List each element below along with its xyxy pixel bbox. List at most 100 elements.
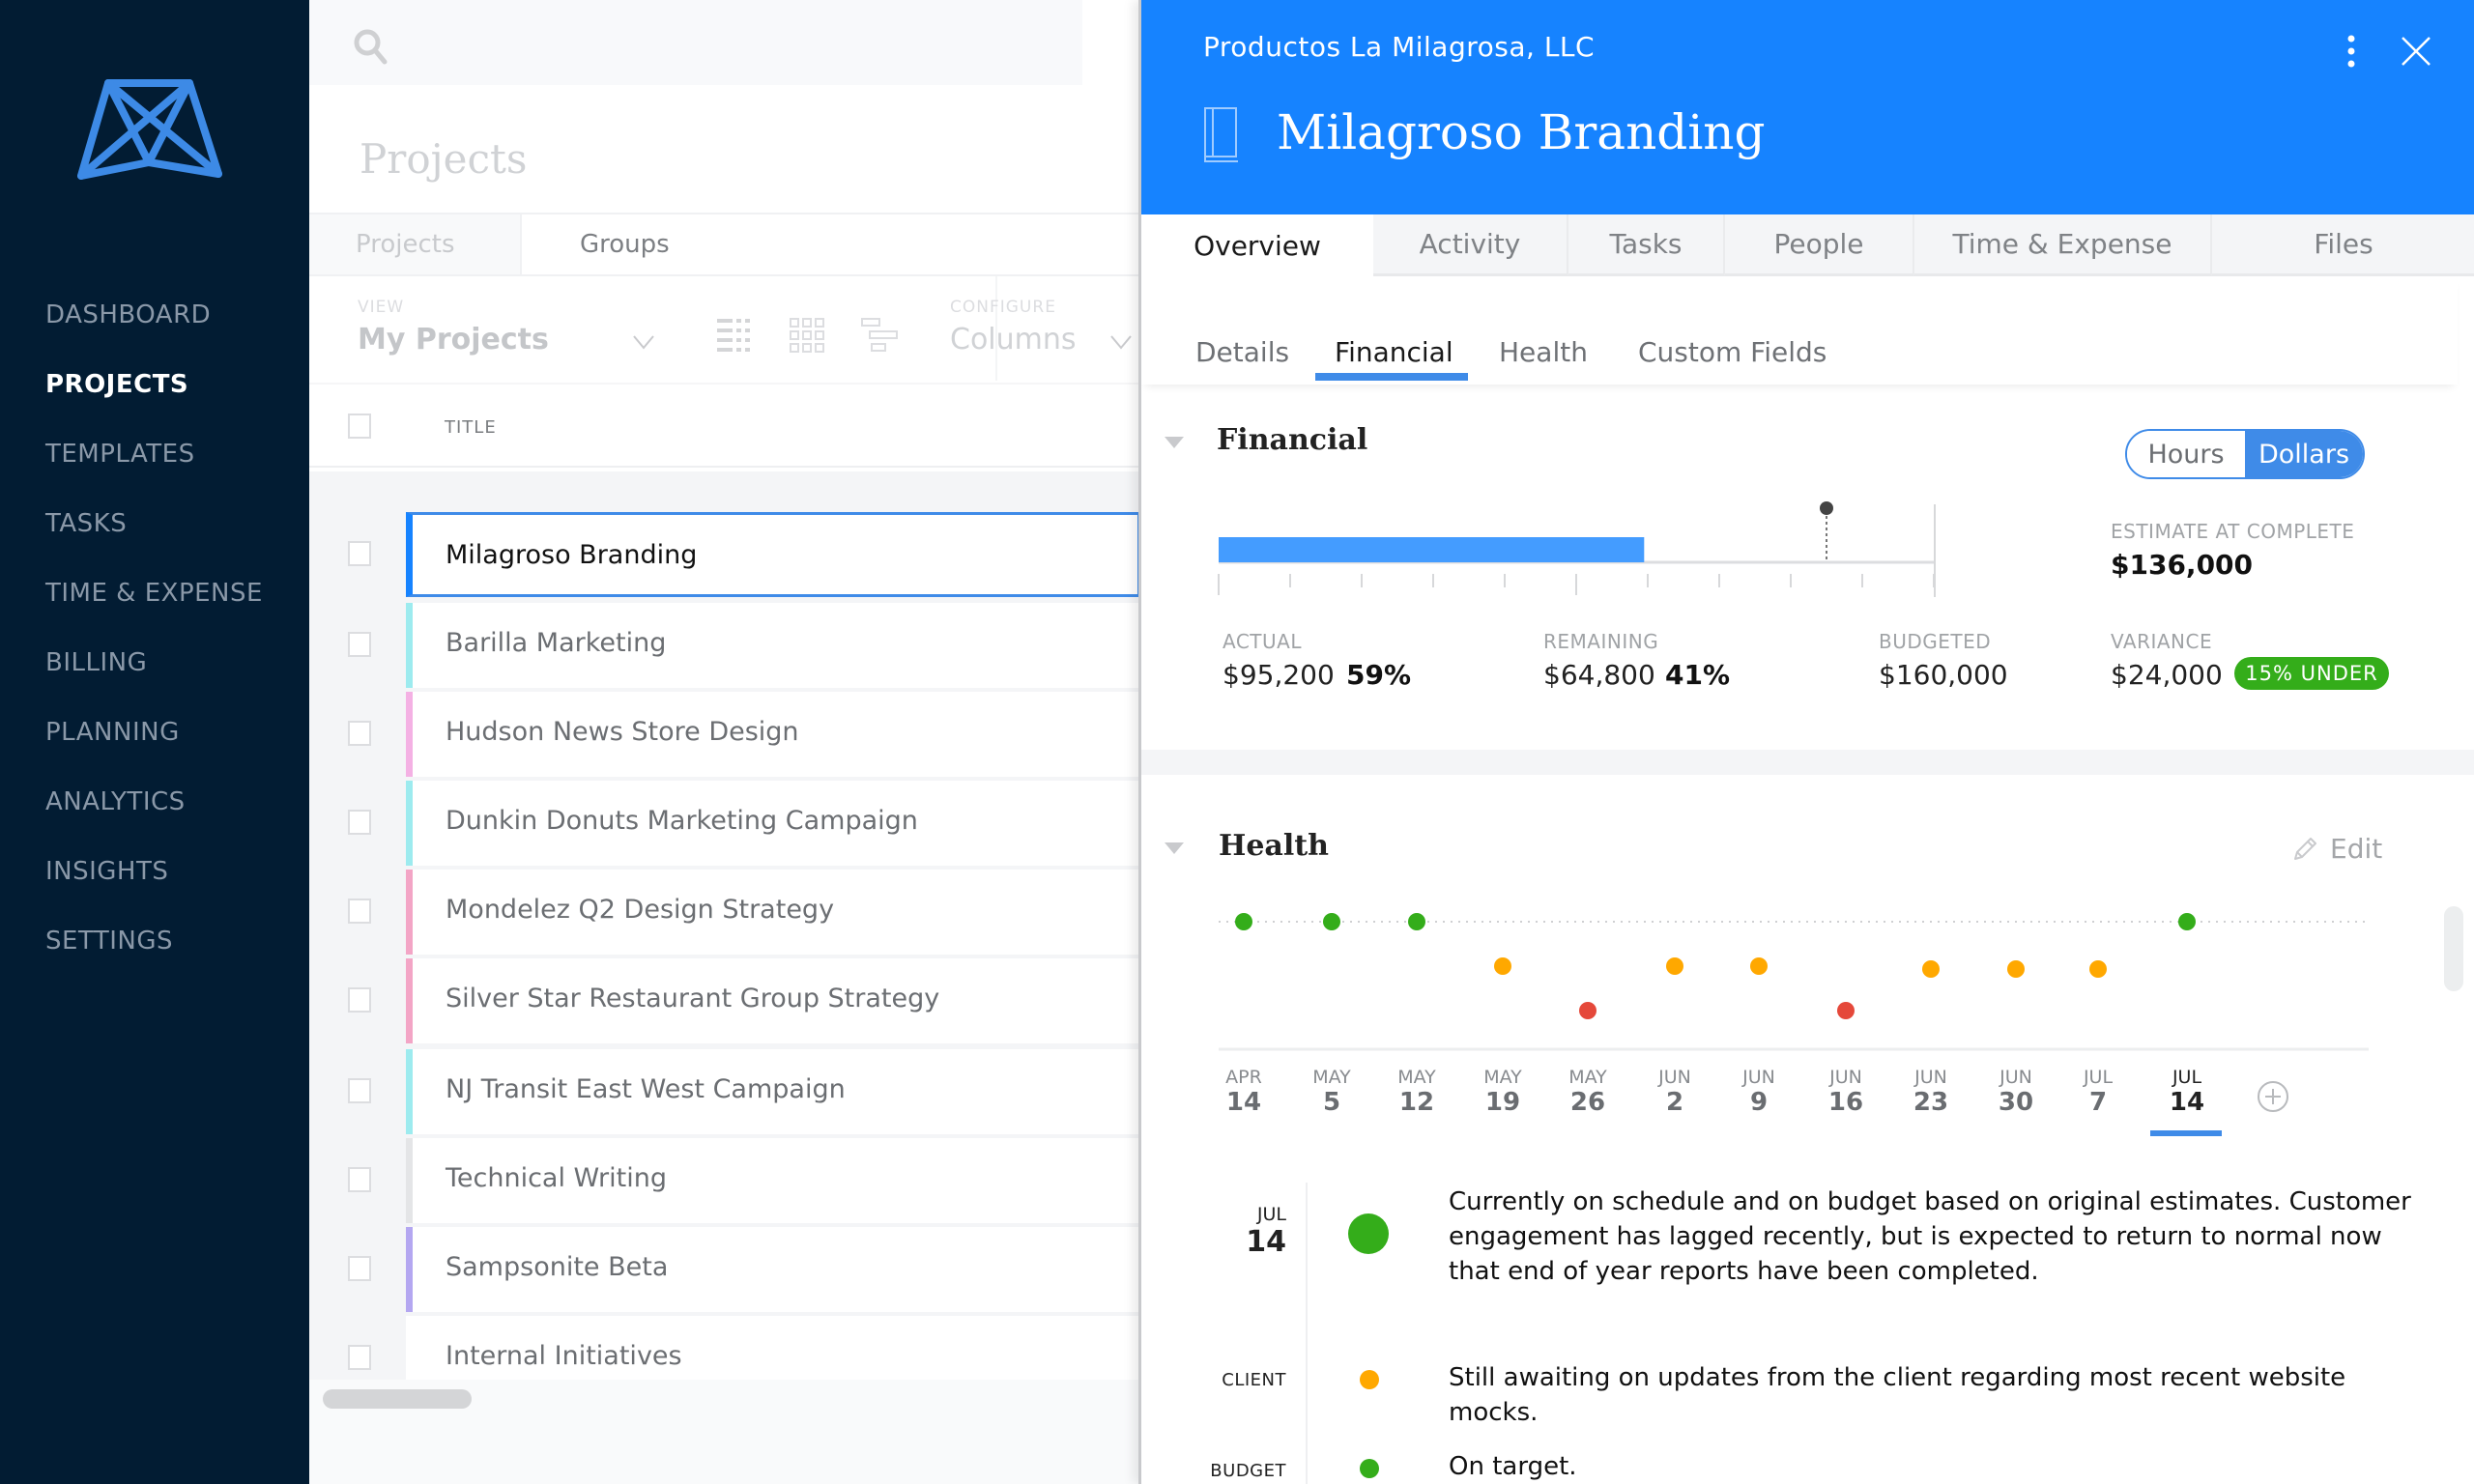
sidebar-item-insights[interactable]: INSIGHTS [45, 837, 263, 906]
vertical-scrollbar[interactable] [2444, 906, 2463, 991]
configure-select[interactable]: Columns [950, 323, 1077, 357]
project-row-card[interactable]: Barilla Marketing [406, 603, 1140, 688]
sidebar-item-analytics[interactable]: ANALYTICS [45, 767, 263, 837]
page-title: Projects [360, 135, 528, 183]
subtab-health[interactable]: Health [1499, 336, 1588, 368]
subtab-financial[interactable]: Financial [1335, 336, 1453, 368]
add-health-entry-icon[interactable] [2257, 1080, 2289, 1113]
toggle-dollars[interactable]: Dollars [2245, 431, 2363, 477]
project-row-card[interactable]: Hudson News Store Design [406, 692, 1140, 777]
row-checkbox[interactable] [348, 541, 371, 566]
edit-label: Edit [2330, 833, 2383, 865]
close-icon[interactable] [2400, 35, 2432, 68]
date-day: 23 [1913, 1088, 1949, 1117]
project-row-card[interactable]: Technical Writing [406, 1138, 1140, 1223]
project-row-card[interactable]: Internal Initiatives [406, 1316, 1140, 1380]
sidebar-item-billing[interactable]: BILLING [45, 628, 263, 698]
tab-time-expense[interactable]: Time & Expense [1914, 214, 2212, 276]
date-month: MAY [1483, 1067, 1522, 1088]
row-checkbox[interactable] [348, 1078, 371, 1103]
tab-projects[interactable]: Projects [309, 214, 522, 276]
table-row: Sampsonite Beta [309, 1227, 1140, 1312]
project-list-panel: Projects Projects Groups VIEW My Project… [309, 0, 1140, 1484]
more-options-icon[interactable] [2342, 33, 2361, 71]
health-point-warning [1494, 957, 1511, 975]
project-row-card[interactable]: Silver Star Restaurant Group Strategy [406, 958, 1140, 1043]
active-subtab-indicator [1315, 373, 1468, 381]
sidebar-item-templates[interactable]: TEMPLATES [45, 419, 263, 489]
date-tick[interactable]: JUN 23 [1892, 1067, 1970, 1117]
select-all-checkbox[interactable] [348, 414, 371, 439]
collapse-health-icon[interactable] [1165, 842, 1184, 854]
date-tick[interactable]: MAY 26 [1549, 1067, 1626, 1117]
sidebar-item-planning[interactable]: PLANNING [45, 698, 263, 767]
date-tick[interactable]: JUN 9 [1720, 1067, 1798, 1117]
project-row-card[interactable]: Mondelez Q2 Design Strategy [406, 870, 1140, 955]
date-tick[interactable]: JUL 7 [2059, 1067, 2137, 1117]
table-row: Hudson News Store Design [309, 692, 1140, 777]
view-select[interactable]: My Projects [358, 323, 549, 357]
sidebar-item-settings[interactable]: SETTINGS [45, 906, 263, 976]
subtab-details[interactable]: Details [1195, 336, 1289, 368]
date-tick[interactable]: JUL 14 [2148, 1067, 2226, 1117]
row-checkbox[interactable] [348, 632, 371, 657]
date-tick[interactable]: APR 14 [1205, 1067, 1282, 1117]
sidebar-item-tasks[interactable]: TASKS [45, 489, 263, 558]
date-tick[interactable]: MAY 19 [1464, 1067, 1541, 1117]
health-point-bad [1579, 1002, 1597, 1019]
date-month: JUL [2172, 1067, 2202, 1088]
gantt-view-icon[interactable] [860, 315, 899, 354]
health-point-good [2178, 913, 2196, 930]
edit-health-button[interactable]: Edit [2291, 833, 2382, 865]
tab-tasks[interactable]: Tasks [1568, 214, 1725, 276]
toggle-hours[interactable]: Hours [2127, 431, 2245, 477]
sidebar-item-time-expense[interactable]: TIME & EXPENSE [45, 558, 263, 628]
row-checkbox[interactable] [348, 899, 371, 924]
table-row: Barilla Marketing [309, 603, 1140, 688]
date-tick[interactable]: MAY 5 [1293, 1067, 1370, 1117]
sidebar-item-dashboard[interactable]: DASHBOARD [45, 280, 263, 350]
client-name[interactable]: Productos La Milagrosa, LLC [1203, 31, 1595, 63]
project-row-card[interactable]: Milagroso Branding [406, 512, 1140, 597]
table-row: Dunkin Donuts Marketing Campaign [309, 781, 1140, 866]
chevron-down-icon[interactable] [1109, 332, 1133, 352]
logo-icon[interactable] [77, 77, 222, 184]
date-tick[interactable]: JUN 30 [1977, 1067, 2055, 1117]
date-day: 30 [1998, 1088, 2034, 1117]
tab-overview[interactable]: Overview [1141, 214, 1373, 276]
tab-activity[interactable]: Activity [1373, 214, 1568, 276]
date-day: 12 [1398, 1088, 1435, 1117]
date-day: 7 [2088, 1088, 2108, 1117]
row-checkbox[interactable] [348, 1345, 371, 1370]
date-tick[interactable]: JUN 16 [1807, 1067, 1884, 1117]
actual-value: $95,200 [1223, 659, 1335, 691]
search-bar[interactable] [309, 0, 1082, 85]
collapse-financial-icon[interactable] [1165, 437, 1184, 448]
app: DASHBOARD PROJECTS TEMPLATES TASKS TIME & EX… [0, 0, 2474, 1484]
row-checkbox[interactable] [348, 810, 371, 835]
row-checkbox[interactable] [348, 1167, 371, 1192]
section-divider [1141, 750, 2474, 775]
variance-badge: 15% UNDER [2234, 657, 2389, 690]
tab-groups[interactable]: Groups [522, 214, 1140, 276]
detail-header: Productos La Milagrosa, LLC Milagroso Br… [1141, 0, 2474, 214]
budget-label: BUDGET [1210, 1461, 1286, 1481]
client-note: Still awaiting on updates from the clien… [1449, 1363, 2346, 1427]
subtab-custom-fields[interactable]: Custom Fields [1638, 336, 1827, 368]
date-tick[interactable]: JUN 2 [1636, 1067, 1713, 1117]
row-checkbox[interactable] [348, 721, 371, 746]
date-tick[interactable]: MAY 12 [1378, 1067, 1455, 1117]
row-checkbox[interactable] [348, 987, 371, 1013]
list-view-icon[interactable] [715, 315, 754, 354]
tab-files[interactable]: Files [2212, 214, 2474, 276]
scrollbar-thumb[interactable] [323, 1389, 472, 1409]
project-row-card[interactable]: Dunkin Donuts Marketing Campaign [406, 781, 1140, 866]
sidebar-item-projects[interactable]: PROJECTS [45, 350, 263, 419]
tab-people[interactable]: People [1725, 214, 1914, 276]
project-row-card[interactable]: NJ Transit East West Campaign [406, 1049, 1140, 1134]
date-month: JUN [1829, 1067, 1862, 1088]
project-row-card[interactable]: Sampsonite Beta [406, 1227, 1140, 1312]
row-checkbox[interactable] [348, 1256, 371, 1281]
chevron-down-icon[interactable] [632, 332, 655, 352]
grid-view-icon[interactable] [789, 315, 827, 354]
